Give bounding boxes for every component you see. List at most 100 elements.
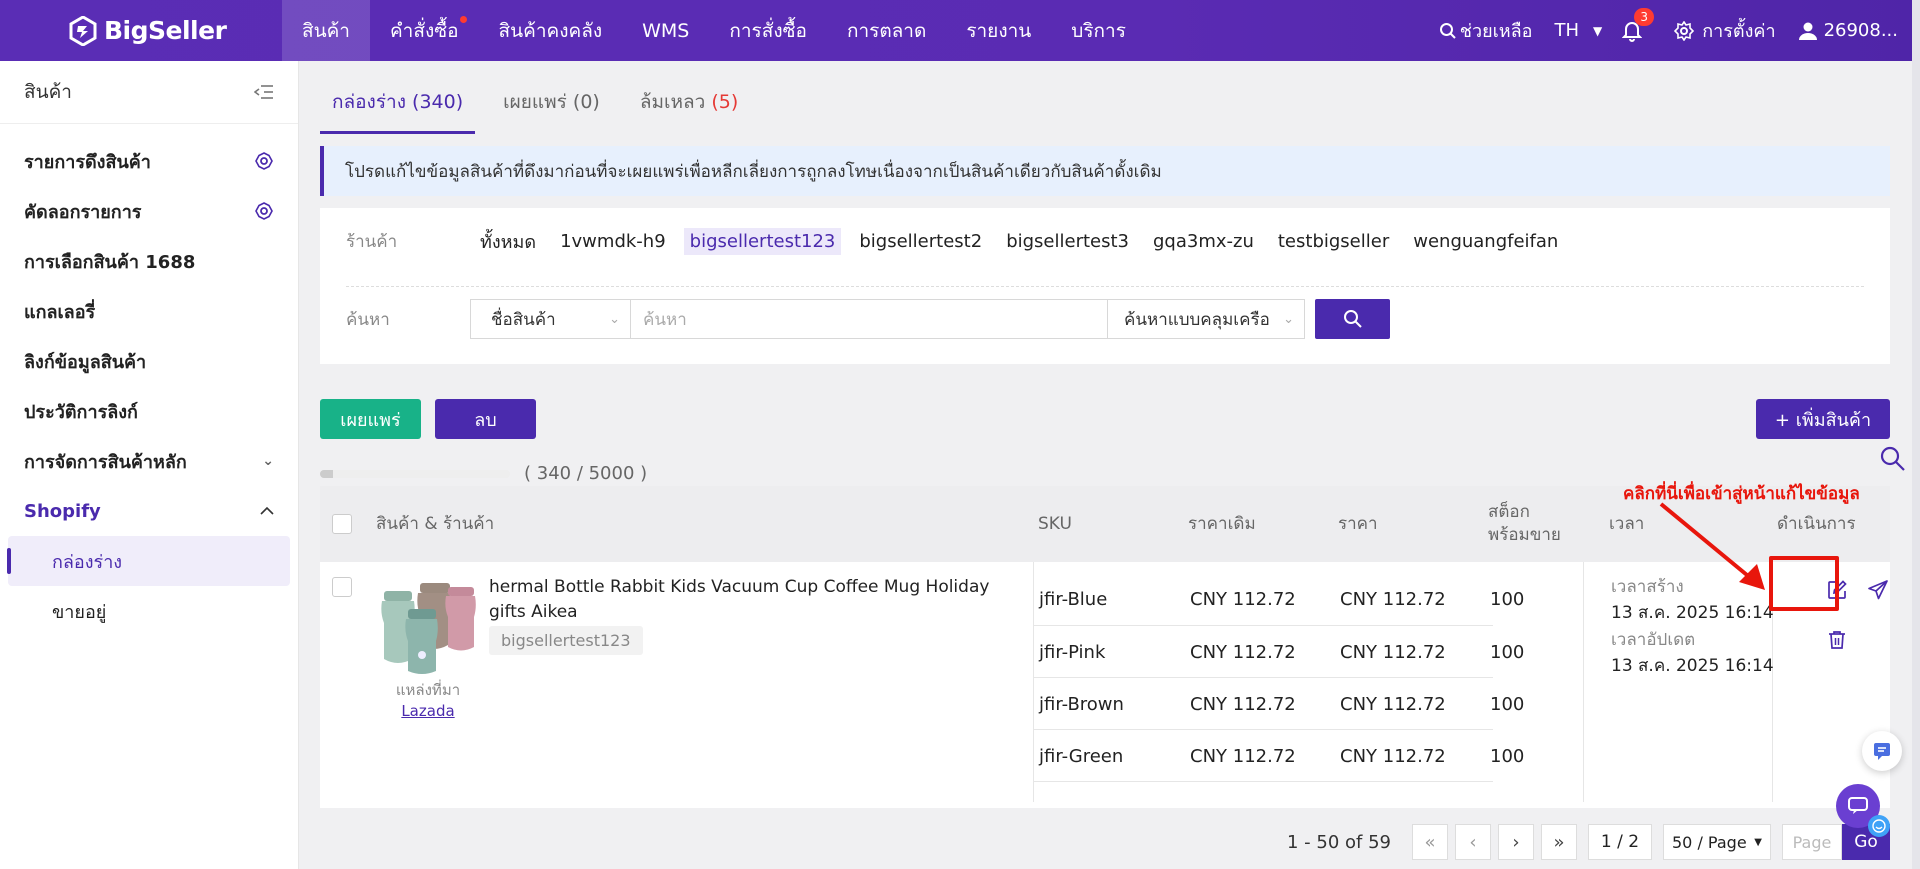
- select-all-checkbox[interactable]: [332, 514, 352, 534]
- header-sku: SKU: [1038, 513, 1072, 534]
- column-divider: [1033, 562, 1034, 802]
- info-notice: โปรดแก้ไขข้อมูลสินค้าที่ดึงมาก่อนที่จะเผ…: [320, 146, 1890, 196]
- language-label: TH: [1554, 20, 1580, 41]
- gear-icon[interactable]: [254, 151, 274, 171]
- publish-item-button[interactable]: [1864, 576, 1890, 604]
- store-option[interactable]: bigsellertest3: [1000, 228, 1135, 255]
- nav-services[interactable]: บริการ: [1051, 0, 1146, 61]
- user-icon: [1798, 22, 1817, 40]
- sidebar-item-1688-selection[interactable]: การเลือกสินค้า 1688: [0, 236, 298, 286]
- row-divider: [1033, 677, 1493, 678]
- variant-price: CNY 112.72: [1340, 642, 1446, 663]
- sidebar-item-shopify[interactable]: Shopify: [0, 486, 298, 536]
- match-mode-select[interactable]: ค้นหาแบบคลุมเครือ ⌄: [1107, 299, 1305, 339]
- row-checkbox[interactable]: [332, 577, 352, 597]
- quota-progress-fill: [320, 469, 333, 478]
- publish-button[interactable]: เผยแพร่: [320, 399, 421, 439]
- store-option-selected[interactable]: bigsellertest123: [683, 227, 842, 255]
- product-thumbnail[interactable]: [376, 575, 480, 675]
- page-size-select[interactable]: 50 / Page ▼: [1663, 824, 1771, 860]
- search-input[interactable]: ค้นหา: [631, 299, 1107, 339]
- quota-text: ( 340 / 5000 ): [524, 463, 648, 484]
- tab-count: (0): [572, 91, 600, 113]
- tab-published[interactable]: เผยแพร่ (0): [491, 87, 612, 134]
- double-chevron-right-icon: »: [1553, 831, 1565, 853]
- tab-failed[interactable]: ล้มเหลว (5): [628, 87, 750, 134]
- floating-search-icon[interactable]: [1879, 445, 1907, 473]
- button-label: เผยแพร่: [340, 409, 401, 431]
- page-size-value: 50 / Page: [1672, 832, 1747, 852]
- bigseller-logo[interactable]: BigSeller: [0, 0, 282, 61]
- row-divider: [1033, 729, 1493, 730]
- logo-text: BigSeller: [104, 16, 227, 45]
- store-option[interactable]: testbigseller: [1272, 228, 1395, 255]
- button-label: ลบ: [474, 409, 497, 431]
- store-option[interactable]: gqa3mx-zu: [1147, 228, 1260, 255]
- search-button[interactable]: [1315, 299, 1390, 339]
- store-option[interactable]: bigsellertest2: [853, 228, 988, 255]
- language-select[interactable]: TH ▼: [1554, 20, 1602, 41]
- sidebar-item-gallery[interactable]: แกลเลอรี่: [0, 286, 298, 336]
- search-placeholder: ค้นหา: [643, 309, 687, 330]
- smiley-badge-icon: [1868, 815, 1890, 837]
- source-link[interactable]: Lazada: [368, 701, 488, 722]
- header-product: สินค้า & ร้านค้า: [376, 513, 495, 534]
- store-option[interactable]: ทั้งหมด: [474, 224, 542, 259]
- sidebar-item-label: คัดลอกรายการ: [24, 201, 142, 223]
- tab-label: กล่องร่าง (340): [332, 91, 464, 113]
- product-title[interactable]: hermal Bottle Rabbit Kids Vacuum Cup Cof…: [489, 575, 1009, 624]
- sidebar-subitem-active[interactable]: ขายอยู่: [8, 586, 290, 636]
- row-divider: [1033, 781, 1493, 782]
- user-menu[interactable]: 26908...: [1798, 20, 1898, 41]
- store-filter-row: ร้านค้า ทั้งหมด 1vwmdk-h9 bigsellertest1…: [346, 226, 1576, 256]
- nav-reports[interactable]: รายงาน: [946, 0, 1051, 61]
- first-page-button[interactable]: «: [1412, 824, 1448, 860]
- sidebar-item-label: การจัดการสินค้าหลัก: [24, 451, 187, 473]
- chat-icon: [1848, 797, 1868, 814]
- variant-price: CNY 112.72: [1340, 746, 1446, 767]
- store-option[interactable]: wenguangfeifan: [1407, 228, 1564, 255]
- header-price: ราคา: [1338, 513, 1378, 534]
- add-product-button[interactable]: + เพิ่มสินค้า: [1756, 399, 1890, 439]
- prev-page-button[interactable]: ‹: [1455, 824, 1491, 860]
- store-filter-label: ร้านค้า: [346, 231, 398, 252]
- last-page-button[interactable]: »: [1541, 824, 1577, 860]
- sidebar-header: สินค้า: [0, 61, 298, 124]
- notifications-button[interactable]: 3: [1622, 7, 1655, 42]
- sidebar-item-copy-listing[interactable]: คัดลอกรายการ: [0, 186, 298, 236]
- nav-marketing[interactable]: การตลาด: [827, 0, 946, 61]
- nav-products[interactable]: สินค้า: [282, 0, 370, 61]
- nav-wms[interactable]: WMS: [622, 0, 709, 61]
- feedback-button[interactable]: [1862, 731, 1902, 771]
- sidebar-item-master-products[interactable]: การจัดการสินค้าหลัก ⌄: [0, 436, 298, 486]
- top-navigation-bar: BigSeller สินค้า คำสั่งซื้อ สินค้าคงคลัง…: [0, 0, 1920, 61]
- sidebar-item-pull-products[interactable]: รายการดึงสินค้า: [0, 136, 298, 186]
- header-stock: สต็อก พร้อมขาย: [1488, 486, 1561, 562]
- nav-orders[interactable]: คำสั่งซื้อ: [370, 0, 479, 61]
- column-divider: [1583, 562, 1584, 802]
- nav-inventory[interactable]: สินค้าคงคลัง: [479, 0, 623, 61]
- updated-label: เวลาอัปเดต: [1611, 629, 1696, 650]
- next-page-button[interactable]: ›: [1498, 824, 1534, 860]
- delete-item-button[interactable]: [1823, 626, 1851, 654]
- chevron-up-icon: [260, 506, 274, 515]
- delete-button[interactable]: ลบ: [435, 399, 536, 439]
- settings-link[interactable]: การตั้งค่า: [1674, 16, 1776, 45]
- search-field-select[interactable]: ชื่อสินค้า ⌄: [470, 299, 631, 339]
- store-option[interactable]: 1vwmdk-h9: [554, 228, 672, 255]
- collapse-menu-icon[interactable]: [254, 84, 274, 100]
- sidebar-item-link-history[interactable]: ประวัติการลิงก์: [0, 386, 298, 436]
- nav-label: บริการ: [1071, 19, 1126, 42]
- filter-divider: [346, 286, 1864, 287]
- help-link[interactable]: ช่วยเหลือ: [1439, 16, 1532, 45]
- bookmark-chat-icon: [1874, 743, 1890, 760]
- tab-draft[interactable]: กล่องร่าง (340): [320, 87, 476, 134]
- gear-icon[interactable]: [254, 201, 274, 221]
- sidebar-subitem-draft[interactable]: กล่องร่าง: [7, 536, 290, 586]
- button-label: + เพิ่มสินค้า: [1774, 409, 1872, 431]
- sidebar-item-label: รายการดึงสินค้า: [24, 151, 151, 173]
- sidebar-item-product-link[interactable]: ลิงก์ข้อมูลสินค้า: [0, 336, 298, 386]
- goto-page-input[interactable]: Page: [1782, 824, 1842, 860]
- page-scrollbar[interactable]: [1912, 0, 1920, 869]
- nav-purchase[interactable]: การสั่งซื้อ: [709, 0, 827, 61]
